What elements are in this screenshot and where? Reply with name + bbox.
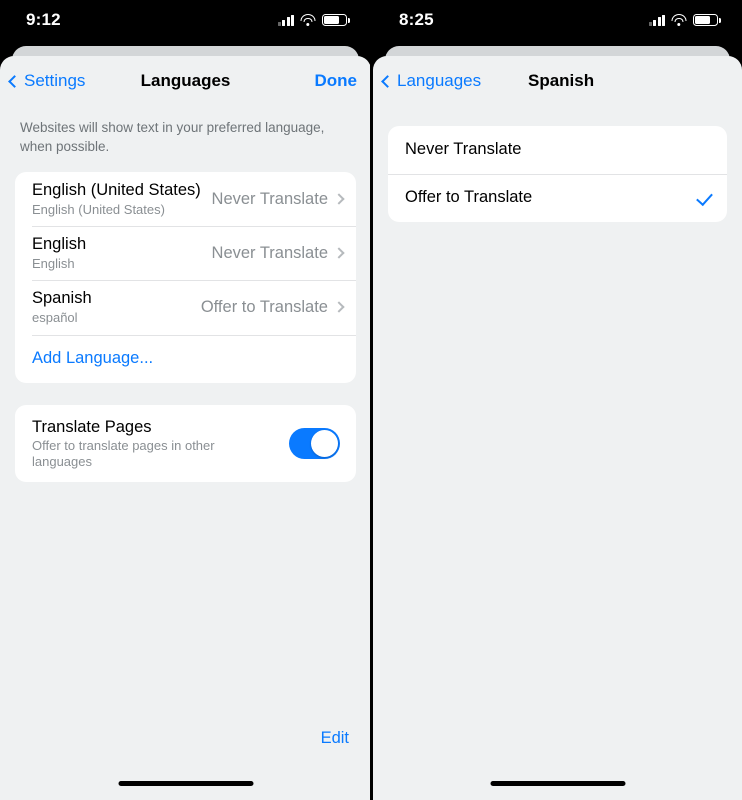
chevron-right-icon bbox=[333, 193, 345, 206]
battery-icon bbox=[322, 14, 350, 26]
status-bar: 9:12 bbox=[0, 0, 371, 40]
dual-phone-screenshot: 9:12 Settings Languages Done Websites wi… bbox=[0, 0, 742, 800]
language-name: English (United States) bbox=[32, 181, 201, 200]
done-button[interactable]: Done bbox=[315, 71, 372, 91]
option-never-translate[interactable]: Never Translate bbox=[388, 126, 727, 174]
translate-pages-toggle[interactable] bbox=[289, 427, 340, 459]
translate-pages-main: Translate Pages Offer to translate pages… bbox=[32, 418, 232, 470]
edit-button[interactable]: Edit bbox=[321, 729, 349, 748]
toggle-knob bbox=[311, 429, 338, 457]
status-bar-time: 9:12 bbox=[26, 10, 61, 29]
chevron-left-icon bbox=[381, 74, 394, 88]
option-label: Never Translate bbox=[405, 140, 522, 159]
translate-pages-row[interactable]: Translate Pages Offer to translate pages… bbox=[15, 405, 356, 483]
language-row-value: Offer to Translate bbox=[200, 297, 345, 317]
translate-pages-card: Translate Pages Offer to translate pages… bbox=[15, 404, 356, 483]
back-button-label: Settings bbox=[24, 71, 86, 90]
language-native-name: English bbox=[32, 255, 75, 271]
back-button-settings[interactable]: Settings bbox=[0, 71, 85, 91]
language-row-main: Spanish español bbox=[32, 289, 92, 325]
translate-setting-value: Offer to Translate bbox=[200, 297, 328, 316]
battery-icon bbox=[693, 14, 721, 26]
translate-setting-value: Never Translate bbox=[211, 189, 328, 208]
home-indicator[interactable] bbox=[490, 781, 625, 786]
left-phone-panel: 9:12 Settings Languages Done Websites wi… bbox=[0, 0, 371, 800]
wifi-icon bbox=[671, 14, 687, 26]
status-bar-icons bbox=[277, 14, 350, 26]
language-row-english-us[interactable]: English (United States) English (United … bbox=[15, 172, 356, 226]
language-row-main: English English bbox=[32, 235, 86, 271]
language-row-english[interactable]: English English Never Translate bbox=[15, 226, 356, 280]
footnote-text: Websites will show text in your preferre… bbox=[20, 120, 325, 155]
cellular-signal-icon bbox=[277, 14, 294, 26]
chevron-right-icon bbox=[333, 247, 345, 260]
spanish-sheet: Languages Spanish Never Translate Offer … bbox=[373, 56, 742, 800]
status-bar: 8:25 bbox=[373, 0, 742, 40]
add-language-label: Add Language... bbox=[32, 349, 154, 367]
navigation-bar: Languages Spanish bbox=[373, 56, 742, 106]
settings-sheet: Settings Languages Done Websites will sh… bbox=[0, 56, 371, 800]
option-label: Offer to Translate bbox=[405, 188, 533, 207]
translate-pages-title: Translate Pages bbox=[32, 417, 152, 436]
languages-card: English (United States) English (United … bbox=[15, 172, 356, 383]
panel-divider bbox=[370, 0, 373, 800]
page-title: Spanish bbox=[528, 71, 595, 90]
add-language-button[interactable]: Add Language... bbox=[15, 334, 356, 383]
status-bar-time: 8:25 bbox=[399, 10, 434, 29]
right-phone-panel: 8:25 Languages Spanish Never Translate O… bbox=[371, 0, 742, 800]
checkmark-icon bbox=[696, 189, 714, 207]
wifi-icon bbox=[300, 14, 316, 26]
language-row-value: Never Translate bbox=[211, 189, 345, 209]
option-offer-to-translate[interactable]: Offer to Translate bbox=[388, 174, 727, 222]
back-button-languages[interactable]: Languages bbox=[373, 71, 481, 91]
language-name: English bbox=[32, 235, 87, 254]
language-native-name: español bbox=[32, 309, 78, 325]
status-bar-icons bbox=[648, 14, 721, 26]
translate-setting-value: Never Translate bbox=[211, 243, 328, 262]
language-row-spanish[interactable]: Spanish español Offer to Translate bbox=[15, 280, 356, 334]
translate-pages-subtitle: Offer to translate pages in other langua… bbox=[32, 437, 215, 469]
language-native-name: English (United States) bbox=[32, 201, 165, 217]
chevron-right-icon bbox=[333, 301, 345, 314]
translate-options-card: Never Translate Offer to Translate bbox=[388, 126, 727, 222]
cellular-signal-icon bbox=[648, 14, 665, 26]
back-button-label: Languages bbox=[397, 71, 482, 90]
home-indicator[interactable] bbox=[118, 781, 253, 786]
language-row-main: English (United States) English (United … bbox=[32, 181, 201, 217]
language-name: Spanish bbox=[32, 289, 92, 308]
navigation-bar: Settings Languages Done bbox=[0, 56, 371, 106]
chevron-left-icon bbox=[8, 74, 21, 88]
language-row-value: Never Translate bbox=[211, 243, 345, 263]
